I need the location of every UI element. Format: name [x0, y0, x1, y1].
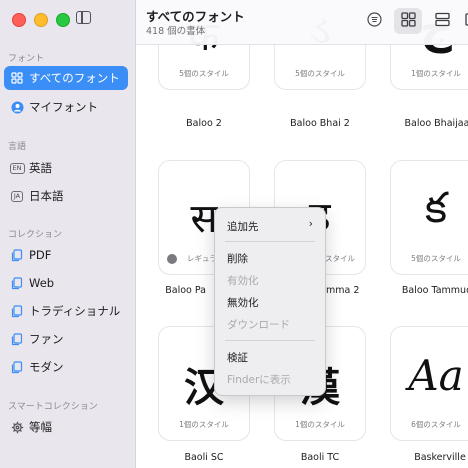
font-name: Baloo Pa [165, 285, 206, 296]
font-card-baloo-tammudu[interactable]: క 5個のスタイル [390, 160, 468, 275]
sidebar-item-traditional[interactable]: トラディショナル [4, 299, 128, 323]
font-name: Baloo Bhai 2 [290, 118, 350, 129]
style-count: スタイル [325, 254, 355, 263]
minimize-window-button[interactable] [34, 13, 48, 27]
menu-item-add-to[interactable]: 追加先 [227, 219, 259, 234]
sidebar-item-english[interactable]: EN 英語 [4, 156, 128, 180]
sidebar-item-pdf[interactable]: PDF [4, 243, 128, 267]
style-count: 1個のスタイル [179, 420, 229, 429]
sidebar-item-label: Web [29, 276, 55, 290]
close-window-button[interactable] [12, 13, 26, 27]
section-language-label: 言語 [8, 142, 27, 152]
sidebar-item-all-fonts[interactable]: すべてのフォント [4, 66, 128, 90]
style-count: 1個のスタイル [411, 69, 461, 78]
grid-view-button[interactable] [394, 8, 422, 34]
menu-item-delete[interactable]: 削除 [227, 251, 248, 266]
style-count: 5個のスタイル [411, 254, 461, 263]
menu-item-show-in-finder: Finderに表示 [227, 374, 291, 386]
collection-icon [10, 304, 24, 318]
font-sample: Aa [408, 351, 464, 400]
sidebar-item-monospace[interactable]: 等幅 [4, 415, 128, 439]
language-badge-icon: EN [9, 162, 25, 174]
sidebar-item-japanese[interactable]: JA 日本語 [4, 184, 128, 208]
zoom-window-button[interactable] [56, 13, 70, 27]
menu-item-disable[interactable]: 無効化 [227, 295, 259, 310]
info-button[interactable] [360, 8, 388, 34]
sidebar-item-label: 英語 [29, 161, 52, 175]
font-name: Baloo 2 [186, 118, 222, 129]
context-menu: 追加先 › 削除 有効化 無効化 ダウンロード 検証 Finderに表示 [214, 207, 326, 396]
menu-item-enable: 有効化 [227, 275, 259, 287]
section-smart-label: スマートコレクション [8, 402, 98, 412]
submenu-chevron-icon: › [308, 218, 313, 230]
style-count: 5個のスタイル [179, 69, 229, 78]
collection-icon [10, 360, 24, 374]
style-count: 5個のスタイル [295, 69, 345, 78]
font-name: mma 2 [326, 285, 360, 296]
font-sample: క [425, 183, 447, 232]
grid-view-icon [400, 11, 416, 31]
section-collections-label: コレクション [8, 230, 63, 240]
language-badge-icon: JA [10, 190, 24, 202]
window-controls [12, 13, 70, 27]
sidebar-item-label: PDF [29, 248, 52, 262]
sidebar-item-label: 日本語 [29, 189, 64, 203]
chevron-left-icon[interactable] [167, 254, 177, 264]
font-name: Baloo Tammudu [401, 285, 468, 296]
sidebar-toggle-icon[interactable] [76, 11, 91, 24]
style-count: 1個のスタイル [295, 420, 345, 429]
font-card-baskerville[interactable]: Aa 6個のスタイル [390, 326, 468, 441]
section-fonts-label: フォント [8, 54, 45, 64]
sidebar-item-fun[interactable]: ファン [4, 327, 128, 351]
sample-view-icon [464, 12, 468, 31]
toolbar: すべてのフォント 418 個の書体 [136, 0, 468, 45]
sidebar-item-label: トラディショナル [29, 304, 121, 318]
font-name: Baoli SC [184, 452, 224, 463]
collection-icon [10, 276, 24, 290]
menu-divider [225, 340, 315, 341]
sidebar-item-my-fonts[interactable]: マイフォント [4, 95, 128, 119]
sidebar-item-label: マイフォント [29, 100, 98, 114]
font-name: Baskerville [414, 452, 466, 463]
grid-icon [10, 71, 24, 85]
sidebar-item-label: ファン [29, 332, 64, 346]
sidebar: フォント すべてのフォント マイフォント 言語 EN 英語 JA 日本語 コレク… [0, 0, 136, 468]
person-icon [10, 100, 24, 114]
menu-divider [225, 241, 315, 242]
font-name: Baoli TC [300, 452, 340, 463]
list-view-button[interactable] [428, 8, 456, 34]
typeface-count: 418 個の書体 [146, 26, 206, 37]
sidebar-item-label: 等幅 [29, 420, 52, 434]
sidebar-item-label: モダン [29, 360, 64, 374]
sidebar-item-modern[interactable]: モダン [4, 355, 128, 379]
font-name: Baloo Bhaijaan [404, 118, 468, 129]
sample-view-button[interactable] [458, 8, 468, 34]
collection-icon [10, 332, 24, 346]
list-view-icon [434, 12, 450, 31]
info-icon [366, 11, 382, 31]
sidebar-item-web[interactable]: Web [4, 271, 128, 295]
style-count: 6個のスタイル [411, 420, 461, 429]
sidebar-item-label: すべてのフォント [29, 71, 120, 85]
gear-icon [10, 420, 24, 434]
menu-item-download: ダウンロード [227, 319, 290, 331]
menu-item-validate[interactable]: 検証 [227, 350, 248, 365]
collection-icon [10, 248, 24, 262]
